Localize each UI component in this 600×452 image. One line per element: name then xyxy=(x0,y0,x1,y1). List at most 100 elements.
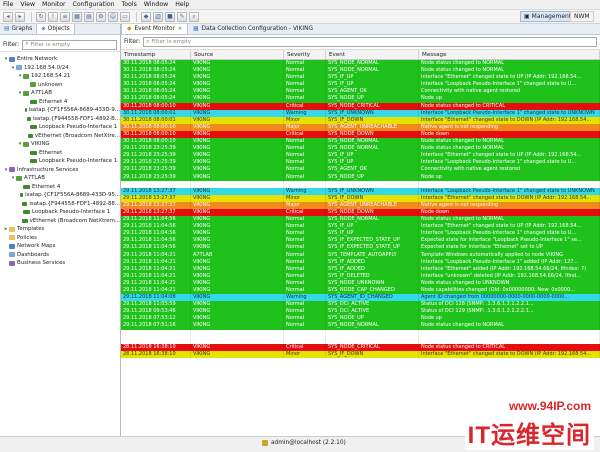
chart-icon[interactable]: ▤ xyxy=(84,11,94,22)
column-source[interactable]: Source xyxy=(191,50,284,59)
table-row[interactable]: 29.11.2018 11:04:56 VIKING Normal SYS_IF_UP… xyxy=(121,223,600,231)
tree-item[interactable]: Ethernet 4 xyxy=(0,183,120,192)
back-icon[interactable]: ◂ xyxy=(3,11,13,22)
tree-item[interactable]: unknown xyxy=(0,81,120,90)
table-row[interactable]: 29.11.2018 23:25:39 VIKING Normal SYS_IF_UP… xyxy=(121,159,600,167)
tree-item[interactable]: isatap.{CF1F556A-8689-433D-95... xyxy=(0,191,120,200)
table-row[interactable]: 29.11.2018 09:53:46 VIKING Normal SYS_DCI_A… xyxy=(121,308,600,316)
tree-item[interactable]: ▾ Infrastructure Services xyxy=(0,166,120,175)
table-row[interactable]: 29.11.2018 13:27:37 VIKING Minor SYS_IF_DOW… xyxy=(121,194,600,202)
refresh-icon[interactable]: ↻ xyxy=(36,11,46,22)
package-icon[interactable]: ■ xyxy=(165,11,175,22)
table-row[interactable]: 29.11.2018 23:25:39 VIKING Normal SYS_NODE_… xyxy=(121,173,600,181)
tree-item[interactable]: ▾ 192.168.54.21 xyxy=(0,72,120,81)
table-row[interactable]: 30.11.2018 08:05:24 VIKING Normal SYS_NODE_… xyxy=(121,67,600,75)
perspective-nwm-button[interactable]: NWM xyxy=(570,11,594,22)
table-row[interactable] xyxy=(121,329,600,337)
table-row[interactable]: 29.11.2018 13:27:37 VIKING Major SYS_AGENT_… xyxy=(121,201,600,209)
column-severity[interactable]: Severity xyxy=(284,50,326,59)
table-row[interactable]: 28.11.2018 16:38:10 VIKING Minor SYS_IF_DOW… xyxy=(121,350,600,358)
column-event[interactable]: Event xyxy=(326,50,419,59)
table-row[interactable]: 29.11.2018 11:04:21 VIKING Normal SYS_NODE_… xyxy=(121,279,600,287)
table-row[interactable]: 29.11.2018 11:04:21 VIKING Normal SYS_IF_AD… xyxy=(121,265,600,273)
menu-configuration[interactable]: Configuration xyxy=(73,1,115,8)
menu-tools[interactable]: Tools xyxy=(122,1,137,8)
table-row[interactable]: 29.11.2018 11:04:21 VIKING Normal SYS_NODE_… xyxy=(121,287,600,295)
table-row[interactable] xyxy=(121,180,600,188)
table-row[interactable]: 30.11.2018 08:00:10 VIKING Critical SYS_NOD… xyxy=(121,130,600,139)
tree-item[interactable]: ▾ Entire Network xyxy=(0,55,120,64)
table-row[interactable]: 29.11.2018 11:04:21 VIKING Normal SYS_IF_AD… xyxy=(121,258,600,266)
table-row[interactable]: 30.11.2018 08:00:10 VIKING Major SYS_AGENT_… xyxy=(121,123,600,131)
tree-item[interactable]: Loopback Pseudo-Interface 1 xyxy=(0,157,120,166)
events-filter-input[interactable]: ⌕ Filter is empty xyxy=(143,37,597,47)
menu-monitor[interactable]: Monitor xyxy=(42,1,66,8)
forward-icon[interactable]: ▸ xyxy=(15,11,25,22)
object-icon[interactable]: ◆ xyxy=(141,11,151,22)
table-row[interactable]: 29.11.2018 23:25:39 VIKING Normal SYS_NODE_… xyxy=(121,145,600,153)
table-row[interactable]: 29.11.2018 07:53:12 VIKING Normal SYS_NODE_… xyxy=(121,315,600,323)
settings-icon[interactable]: ⚙ xyxy=(96,11,106,22)
table-row[interactable]: 30.11.2018 08:00:10 VIKING Normal SYS_NODE_… xyxy=(121,138,600,146)
column-message[interactable]: Message xyxy=(419,50,600,59)
table-row[interactable]: 29.11.2018 07:51:16 VIKING Normal SYS_NODE_… xyxy=(121,322,600,330)
table-row[interactable]: 30.11.2018 08:05:24 VIKING Normal SYS_NODE_… xyxy=(121,95,600,103)
tree-item[interactable]: ▾ A7TLAB xyxy=(0,89,120,98)
column-timestamp[interactable]: Timestamp xyxy=(121,50,191,59)
alarm-icon[interactable]: ! xyxy=(48,11,58,22)
table-row[interactable]: 29.11.2018 11:03:59 VIKING Normal SYS_DCI_A… xyxy=(121,301,600,309)
table-row[interactable]: 29.11.2018 23:25:39 VIKING Normal SYS_AGENT… xyxy=(121,166,600,174)
table-row[interactable]: 29.11.2018 13:27:37 VIKING Warning SYS_IF_U… xyxy=(121,187,600,195)
tab-event-monitor[interactable]: ◆ Event Monitor ✕ xyxy=(121,24,189,35)
table-row[interactable]: 30.11.2018 08:05:24 VIKING Normal SYS_NODE_… xyxy=(121,60,600,68)
objects-filter-input[interactable]: ⌕ Filter is empty xyxy=(22,39,117,50)
server-icon[interactable]: ▥ xyxy=(153,11,163,22)
tab-graphs[interactable]: ▤ Graphs xyxy=(0,24,36,34)
tree-item[interactable]: ▾ A7TLAB xyxy=(0,174,120,183)
tree-item[interactable]: ▸ Templates xyxy=(0,225,120,234)
tree-item[interactable]: ▾ 192.168.54.0/24 xyxy=(0,64,120,73)
menu-file[interactable]: File xyxy=(3,1,13,8)
table-row[interactable]: 29.11.2018 11:04:21 VIKING Normal SYS_IF_DE… xyxy=(121,272,600,280)
table-row[interactable]: 30.11.2018 08:05:24 VIKING Normal SYS_IF_UP… xyxy=(121,81,600,89)
tree-item[interactable]: vEthernet (Broadcom NetXtrem... xyxy=(0,217,120,226)
tab-data-collection[interactable]: ▦ Data Collection Configuration - VIKING xyxy=(188,24,318,34)
map-icon[interactable]: ▦ xyxy=(72,11,82,22)
menu-window[interactable]: Window xyxy=(144,1,168,8)
table-row[interactable]: 30.11.2018 08:00:10 VIKING Critical SYS_NOD… xyxy=(121,102,600,110)
tree-item[interactable]: Ethernet xyxy=(0,149,120,158)
table-row[interactable]: 30.11.2018 08:05:24 VIKING Normal SYS_AGENT… xyxy=(121,88,600,96)
table-row[interactable]: 29.11.2018 11:04:21 A7TLAB Normal SYS_TEMPL… xyxy=(121,251,600,259)
script-icon[interactable]: ✎ xyxy=(177,11,187,22)
user-icon[interactable]: ☺ xyxy=(108,11,118,22)
tab-objects[interactable]: ◈ Objects xyxy=(36,24,75,34)
table-row[interactable]: 29.11.2018 23:25:39 VIKING Normal SYS_IF_UP… xyxy=(121,152,600,160)
table-row[interactable]: 30.11.2018 08:05:24 VIKING Normal SYS_IF_UP… xyxy=(121,74,600,82)
tree-item[interactable]: ▾ VIKING xyxy=(0,140,120,149)
perspective-management-button[interactable]: ▣ Management xyxy=(520,11,576,22)
table-row[interactable]: 29.11.2018 11:04:56 VIKING Normal SYS_IF_UP… xyxy=(121,230,600,238)
tree-item[interactable]: Network Maps xyxy=(0,242,120,251)
tree-item[interactable]: isatap.{F944558-FDF1-4892-B... xyxy=(0,115,120,124)
table-row[interactable]: 30.11.2018 08:00:01 VIKING Minor SYS_IF_DOW… xyxy=(121,116,600,124)
search-icon[interactable]: ⌕ xyxy=(189,11,199,22)
tree-item[interactable]: Loopback Pseudo-Interface 1 xyxy=(0,123,120,132)
tree-item[interactable]: Loopback Pseudo-Interface 1 xyxy=(0,208,120,217)
table-row[interactable]: 29.11.2018 11:04:56 VIKING Normal SYS_IF_EX… xyxy=(121,237,600,245)
tree-item[interactable]: Business Services xyxy=(0,259,120,268)
tree-item[interactable]: isatap.{F944558-FDF1-4892-88... xyxy=(0,200,120,209)
tree-item[interactable]: Dashboards xyxy=(0,251,120,260)
tree-item[interactable]: Ethernet 4 xyxy=(0,98,120,107)
table-row[interactable] xyxy=(121,336,600,344)
table-row[interactable]: 28.11.2018 16:38:10 VIKING Critical SYS_NOD… xyxy=(121,343,600,351)
tree-item[interactable]: Policies xyxy=(0,234,120,243)
close-icon[interactable]: ✕ xyxy=(178,24,182,35)
console-icon[interactable]: ▭ xyxy=(120,11,130,22)
tree-item[interactable]: isatap.{CF1F556A-8689-433D-9... xyxy=(0,106,120,115)
event-icon[interactable]: ≡ xyxy=(60,11,70,22)
table-row[interactable]: 29.11.2018 11:04:56 VIKING Normal SYS_NODE_… xyxy=(121,216,600,224)
table-row[interactable]: 30.11.2018 08:00:01 VIKING Warning SYS_IF_U… xyxy=(121,109,600,117)
menu-help[interactable]: Help xyxy=(175,1,189,8)
table-row[interactable]: 29.11.2018 11:04:08 VIKING Warning SYS_AGEN… xyxy=(121,294,600,302)
menu-view[interactable]: View xyxy=(20,1,35,8)
